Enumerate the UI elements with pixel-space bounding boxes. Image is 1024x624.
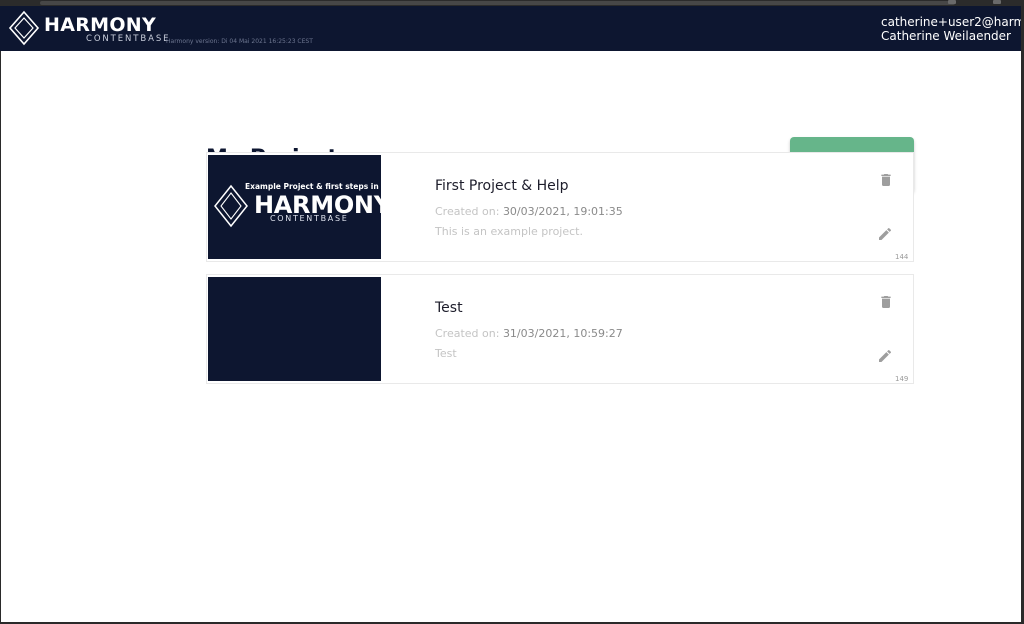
project-thumbnail[interactable]: Example Project & first steps in HARMONY… bbox=[208, 155, 391, 259]
created-label: Created on: bbox=[435, 327, 500, 340]
project-card[interactable]: Example Project & first steps in HARMONY… bbox=[206, 152, 914, 262]
user-email[interactable]: catherine+user2@harmony bbox=[881, 15, 1024, 29]
brand-subtitle: CONTENTBASE bbox=[86, 34, 171, 44]
project-card[interactable]: Test Created on: 31/03/2021, 10:59:27 Te… bbox=[206, 274, 914, 384]
project-name[interactable]: First Project & Help bbox=[435, 177, 569, 195]
version-label: Harmony version: Di 04 Mai 2021 16:25:23… bbox=[166, 38, 313, 45]
brand-wordmark[interactable]: HARMONY bbox=[44, 15, 156, 35]
harmony-logo-icon[interactable] bbox=[8, 10, 40, 46]
trash-icon[interactable] bbox=[878, 294, 894, 310]
created-label: Created on: bbox=[435, 205, 500, 218]
thumbnail-caption: Example Project & first steps in bbox=[245, 182, 379, 191]
thumbnail-subtitle: CONTENTBASE bbox=[270, 214, 349, 223]
project-created: Created on: 30/03/2021, 19:01:35 bbox=[435, 205, 623, 219]
project-description: Test bbox=[435, 347, 457, 360]
project-id: 149 bbox=[895, 375, 909, 383]
main-content: My Projects ADD NEW PROJECT Example Proj… bbox=[1, 51, 1021, 622]
browser-address-bar[interactable] bbox=[40, 1, 955, 5]
project-description: This is an example project. bbox=[435, 225, 583, 238]
app-header: HARMONY CONTENTBASE Harmony version: Di … bbox=[0, 6, 1024, 51]
created-date: 30/03/2021, 19:01:35 bbox=[502, 205, 623, 218]
pencil-icon[interactable] bbox=[877, 226, 893, 242]
user-name[interactable]: Catherine Weilaender bbox=[881, 29, 1011, 43]
trash-icon[interactable] bbox=[878, 172, 894, 188]
browser-extension-icon[interactable] bbox=[993, 0, 1001, 4]
project-name[interactable]: Test bbox=[435, 299, 463, 317]
browser-extension-icon[interactable] bbox=[948, 0, 956, 4]
created-date: 31/03/2021, 10:59:27 bbox=[502, 327, 623, 340]
harmony-logo-icon bbox=[214, 184, 248, 228]
pencil-icon[interactable] bbox=[877, 348, 893, 364]
project-id: 144 bbox=[895, 253, 909, 261]
project-created: Created on: 31/03/2021, 10:59:27 bbox=[435, 327, 623, 341]
project-thumbnail[interactable] bbox=[208, 277, 381, 381]
